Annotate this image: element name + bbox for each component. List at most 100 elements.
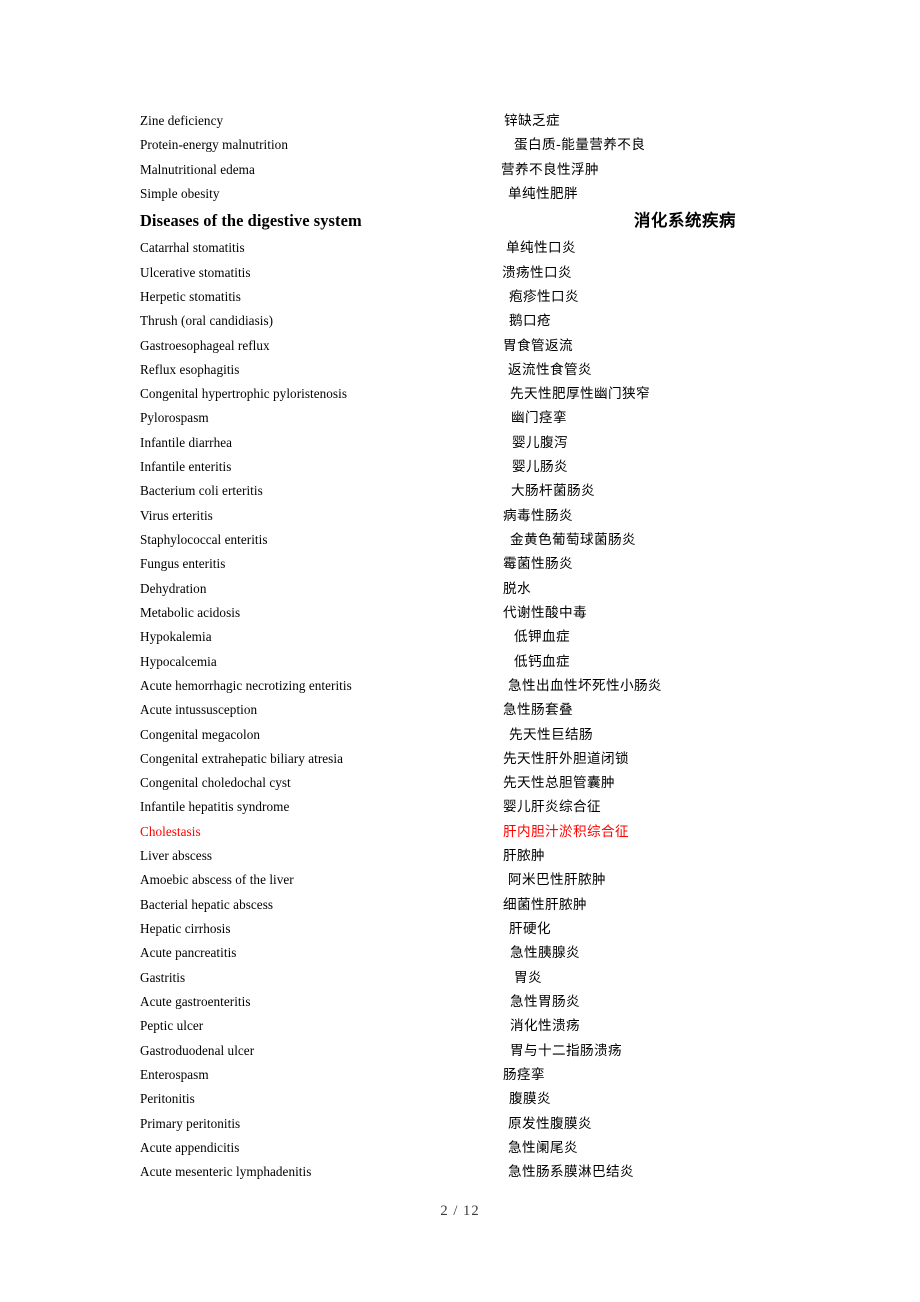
term-chinese: 婴儿肝炎综合征: [503, 799, 601, 816]
term-english: Infantile hepatitis syndrome: [140, 799, 290, 815]
term-chinese: 病毒性肠炎: [503, 507, 573, 524]
glossary-row: Congenital choledochal cyst 先天性总胆管囊肿: [0, 771, 920, 795]
term-chinese: 细菌性肝脓肿: [503, 896, 587, 913]
term-english: Congenital megacolon: [140, 726, 261, 742]
glossary-row: Acute gastroenteritis 急性胃肠炎: [0, 990, 920, 1014]
document-page: Zine deficiency 锌缺乏症 Protein-energy malnut…: [0, 0, 920, 1302]
term-english: Pylorospasm: [140, 410, 209, 426]
term-english: Cholestasis: [140, 823, 201, 839]
glossary-row: Hypokalemia 低钾血症: [0, 625, 920, 649]
term-chinese: 霉菌性肠炎: [503, 556, 573, 573]
term-chinese: 胃食管返流: [503, 337, 573, 354]
glossary-row: Zine deficiency 锌缺乏症: [0, 109, 920, 133]
glossary-row: Congenital megacolon 先天性巨结肠: [0, 723, 920, 747]
term-chinese: 先天性总胆管囊肿: [503, 775, 615, 792]
term-chinese: 低钙血症: [514, 653, 570, 670]
term-english: Congenital choledochal cyst: [140, 775, 291, 791]
glossary-row: Simple obesity 单纯性肥胖: [0, 182, 920, 206]
glossary-row: Bacterial hepatic abscess 细菌性肝脓肿: [0, 893, 920, 917]
glossary-row: Infantile hepatitis syndrome 婴儿肝炎综合征: [0, 795, 920, 819]
term-english: Metabolic acidosis: [140, 604, 241, 620]
glossary-row: Reflux esophagitis 返流性食管炎: [0, 358, 920, 382]
term-english: Gastritis: [140, 969, 186, 985]
term-english: Catarrhal stomatitis: [140, 240, 245, 256]
term-english: Infantile diarrhea: [140, 434, 233, 450]
term-english: Malnutritional edema: [140, 161, 255, 177]
glossary-row: Fungus enteritis 霉菌性肠炎: [0, 552, 920, 576]
glossary-row: Gastritis 胃炎: [0, 966, 920, 990]
glossary-row: Infantile diarrhea 婴儿腹泻: [0, 431, 920, 455]
term-english: Peritonitis: [140, 1091, 195, 1107]
term-chinese: 返流性食管炎: [508, 361, 592, 378]
term-chinese: 脱水: [503, 580, 531, 597]
glossary-row: Metabolic acidosis 代谢性酸中毒: [0, 601, 920, 625]
term-chinese: 溃疡性口炎: [502, 264, 572, 281]
term-chinese: 疱疹性口炎: [509, 288, 579, 305]
glossary-row: Congenital hypertrophic pyloristenosis 先天…: [0, 382, 920, 406]
term-chinese: 肝内胆汁淤积综合征: [503, 823, 629, 840]
glossary-row: Acute mesenteric lymphadenitis 急性肠系膜淋巴结炎: [0, 1160, 920, 1184]
glossary-row: Virus erteritis 病毒性肠炎: [0, 504, 920, 528]
glossary-row: Peritonitis 腹膜炎: [0, 1087, 920, 1111]
term-chinese: 先天性肥厚性幽门狭窄: [510, 386, 650, 403]
term-english: Peptic ulcer: [140, 1018, 204, 1034]
glossary-row: Enterospasm 肠痉挛: [0, 1063, 920, 1087]
term-chinese: 急性肠系膜淋巴结炎: [508, 1164, 634, 1181]
term-chinese: 蛋白质-能量营养不良: [514, 137, 646, 154]
glossary-row: Peptic ulcer 消化性溃疡: [0, 1014, 920, 1038]
term-chinese: 肝脓肿: [503, 848, 545, 865]
term-english: Acute intussusception: [140, 702, 258, 718]
glossary-row: Acute appendicitis 急性阑尾炎: [0, 1136, 920, 1160]
term-english: Dehydration: [140, 580, 207, 596]
term-english: Gastroduodenal ulcer: [140, 1042, 255, 1058]
term-chinese: 胃炎: [514, 969, 542, 986]
glossary-row: Primary peritonitis 原发性腹膜炎: [0, 1112, 920, 1136]
term-english: Acute mesenteric lymphadenitis: [140, 1164, 312, 1180]
term-english: Primary peritonitis: [140, 1115, 241, 1131]
term-english: Amoebic abscess of the liver: [140, 872, 294, 888]
glossary-row: Thrush (oral candidiasis) 鹅口疮: [0, 309, 920, 333]
term-english: Staphylococcal enteritis: [140, 532, 268, 547]
term-chinese: 肝硬化: [509, 921, 551, 937]
term-english: Congenital extrahepatic biliary atresia: [140, 750, 343, 766]
term-english: Acute gastroenteritis: [140, 993, 251, 1009]
glossary-row: Gastroduodenal ulcer 胃与十二指肠溃疡: [0, 1039, 920, 1063]
glossary-row: Infantile enteritis 婴儿肠炎: [0, 455, 920, 479]
term-chinese: 急性胰腺炎: [510, 945, 580, 962]
glossary-row: Hepatic cirrhosis 肝硬化: [0, 917, 920, 941]
glossary-row: Catarrhal stomatitis 单纯性口炎: [0, 236, 920, 260]
term-english: Enterospasm: [140, 1066, 209, 1082]
term-english: Bacterium coli erteritis: [140, 483, 263, 499]
term-english: Acute pancreatitis: [140, 945, 237, 961]
term-english: Fungus enteritis: [140, 556, 226, 572]
term-english: Acute appendicitis: [140, 1139, 240, 1155]
term-english: Liver abscess: [140, 848, 213, 864]
term-chinese: 鹅口疮: [509, 313, 551, 330]
glossary-row: Amoebic abscess of the liver 阿米巴性肝脓肿: [0, 868, 920, 892]
term-chinese: 肠痉挛: [503, 1066, 545, 1083]
term-english: Hypocalcemia: [140, 653, 217, 669]
term-chinese: 急性肠套叠: [503, 702, 573, 719]
section-heading-row: Diseases of the digestive system 消化系统疾病: [0, 206, 920, 236]
glossary-row: Liver abscess 肝脓肿: [0, 844, 920, 868]
term-chinese: 单纯性肥胖: [508, 185, 578, 202]
term-chinese: 婴儿肠炎: [512, 459, 568, 476]
term-chinese: 急性出血性坏死性小肠炎: [508, 677, 662, 694]
term-english: Ulcerative stomatitis: [140, 264, 251, 280]
glossary-row: Gastroesophageal reflux 胃食管返流: [0, 334, 920, 358]
term-chinese: 单纯性口炎: [506, 240, 576, 257]
glossary-list: Zine deficiency 锌缺乏症 Protein-energy malnut…: [0, 109, 920, 1184]
term-english: Infantile enteritis: [140, 459, 232, 475]
term-chinese: 先天性肝外胆道闭锁: [503, 750, 629, 767]
term-chinese: 婴儿腹泻: [512, 434, 568, 451]
term-chinese: 急性胃肠炎: [510, 993, 580, 1010]
glossary-row: Cholestasis 肝内胆汁淤积综合征: [0, 820, 920, 844]
glossary-row: Acute hemorrhagic necrotizing enteritis 急…: [0, 674, 920, 698]
term-english: Reflux esophagitis: [140, 361, 240, 377]
glossary-row: Congenital extrahepatic biliary atresia 先…: [0, 747, 920, 771]
term-chinese: 消化性溃疡: [510, 1018, 580, 1035]
term-chinese: 低钾血症: [514, 629, 570, 646]
term-chinese: 先天性巨结肠: [509, 726, 593, 743]
term-english: Zine deficiency: [140, 113, 224, 128]
section-heading-en: Diseases of the digestive system: [140, 211, 362, 231]
